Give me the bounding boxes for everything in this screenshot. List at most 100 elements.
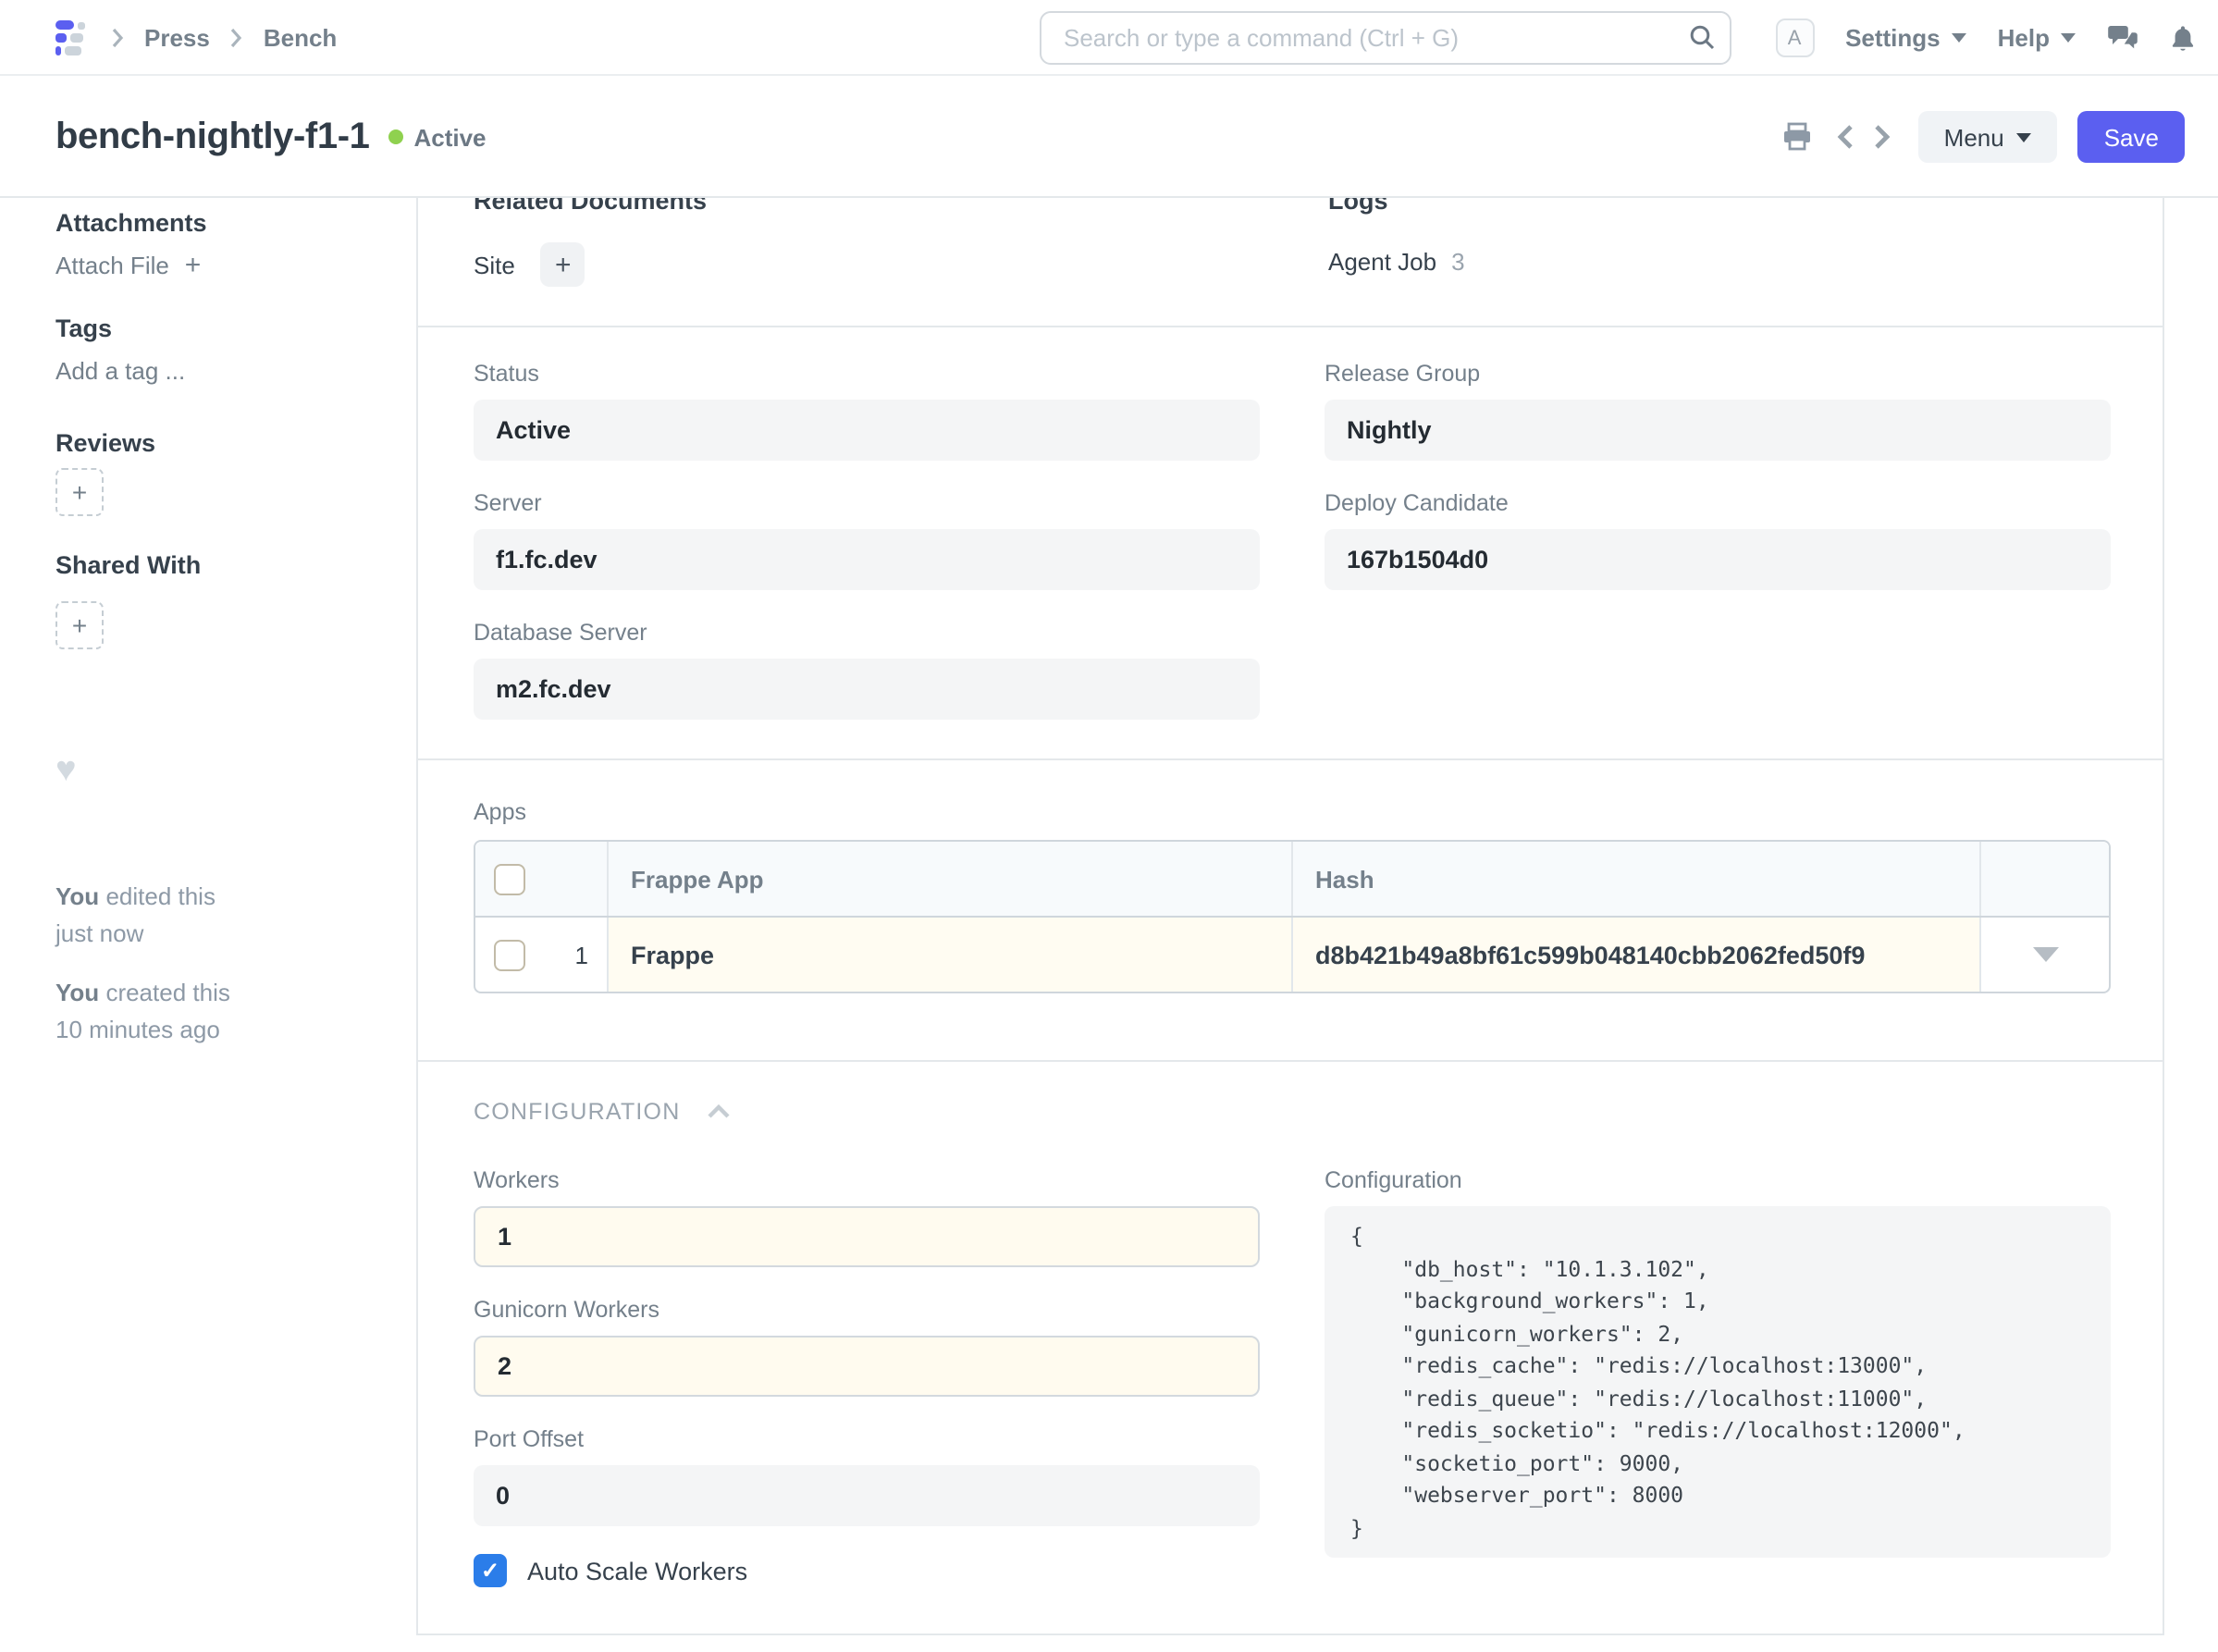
deploy-candidate-input[interactable]: 167b1504d0 — [1325, 529, 2111, 590]
server-label: Server — [474, 488, 1260, 518]
settings-menu[interactable]: Settings — [1845, 24, 1966, 52]
chevron-right-icon — [230, 28, 243, 48]
edited-info: You edited this just now — [55, 879, 216, 953]
section-configuration: CONFIGURATION Workers 1 Gunicorn Workers — [418, 1062, 2163, 1635]
column-header-frappe-app[interactable]: Frappe App — [609, 842, 1293, 916]
navbar-actions: A Settings Help — [1775, 0, 2196, 76]
chevron-right-icon — [111, 28, 124, 48]
section-related-documents: Related Documents Site + Logs Agent Job — [418, 198, 2163, 327]
reviews-title: Reviews — [55, 429, 155, 457]
add-review-button[interactable]: + — [55, 468, 104, 516]
app-window: Press Bench A Settings Help — [0, 0, 2218, 1652]
deploy-candidate-label: Deploy Candidate — [1325, 488, 2111, 518]
app-hash-cell[interactable]: d8b421b49a8bf61c599b048140cbb2062fed50f9 — [1293, 918, 1981, 992]
release-group-label: Release Group — [1325, 359, 2111, 388]
chat-icon[interactable] — [2107, 24, 2138, 52]
form-sidebar: Attachments Attach File + Tags Add a tag… — [0, 198, 416, 1652]
status-indicator: Active — [388, 123, 486, 151]
database-server-input[interactable]: m2.fc.dev — [474, 659, 1260, 720]
created-when: 10 minutes ago — [55, 1016, 220, 1043]
help-menu[interactable]: Help — [1998, 24, 2076, 52]
frappe-logo-icon[interactable] — [55, 20, 91, 55]
print-icon[interactable] — [1781, 122, 1813, 152]
edited-when: just now — [55, 919, 143, 947]
select-all-checkbox[interactable] — [494, 863, 525, 894]
navbar: Press Bench A Settings Help — [0, 0, 2218, 76]
field-server: Server f1.fc.dev — [474, 488, 1260, 590]
server-input[interactable]: f1.fc.dev — [474, 529, 1260, 590]
breadcrumb-press[interactable]: Press — [144, 24, 210, 52]
created-info: You created this 10 minutes ago — [55, 975, 230, 1049]
plus-icon: + — [72, 610, 87, 640]
field-auto-scale-workers: ✓ Auto Scale Workers — [474, 1554, 1260, 1587]
database-server-label: Database Server — [474, 618, 1260, 647]
notifications-bell-icon[interactable] — [2170, 23, 2196, 53]
edited-action: edited this — [105, 882, 216, 910]
prev-document-icon[interactable] — [1837, 124, 1854, 150]
configuration-section-toggle[interactable]: CONFIGURATION — [474, 1095, 2107, 1128]
field-workers: Workers 1 — [474, 1165, 1260, 1267]
workers-input[interactable]: 1 — [474, 1206, 1260, 1267]
row-checkbox[interactable] — [494, 939, 525, 970]
configuration-section-title: CONFIGURATION — [474, 1097, 680, 1127]
next-document-icon[interactable] — [1874, 124, 1891, 150]
created-action: created this — [105, 979, 229, 1006]
gunicorn-workers-input[interactable]: 2 — [474, 1336, 1260, 1397]
column-header-hash[interactable]: Hash — [1293, 842, 1981, 916]
avatar[interactable]: A — [1775, 18, 1814, 57]
agent-job-count: 3 — [1451, 248, 1464, 276]
app-name-cell[interactable]: Frappe — [609, 918, 1293, 992]
attachments-title: Attachments — [55, 209, 207, 237]
field-status: Status Active — [474, 359, 1260, 461]
menu-button[interactable]: Menu — [1918, 111, 2058, 163]
field-gunicorn-workers: Gunicorn Workers 2 — [474, 1295, 1260, 1397]
auto-scale-workers-label: Auto Scale Workers — [527, 1557, 747, 1584]
status-input[interactable]: Active — [474, 400, 1260, 461]
add-share-button[interactable]: + — [55, 601, 104, 649]
page-head: bench-nightly-f1-1 Active Menu Save — [0, 76, 2218, 198]
settings-label: Settings — [1845, 24, 1941, 52]
configuration-json-code[interactable]: { "db_host": "10.1.3.102", "background_w… — [1325, 1206, 2111, 1558]
agent-job-link[interactable]: Agent Job — [1328, 248, 1436, 276]
add-tag-input[interactable]: Add a tag ... — [55, 357, 185, 385]
avatar-letter: A — [1788, 27, 1802, 49]
edited-who: You — [55, 882, 99, 910]
attach-file-label: Attach File — [55, 252, 169, 279]
apps-table-header: Frappe App Hash — [475, 842, 2109, 918]
tags-title: Tags — [55, 314, 112, 342]
release-group-input[interactable]: Nightly — [1325, 400, 2111, 461]
port-offset-input[interactable]: 0 — [474, 1465, 1260, 1526]
save-button-label: Save — [2104, 123, 2159, 151]
section-apps: Apps Frappe App Hash 1 — [418, 760, 2163, 1062]
search-input[interactable] — [1040, 11, 1731, 65]
menu-button-label: Menu — [1944, 123, 2004, 151]
site-link[interactable]: Site — [474, 251, 515, 278]
search-icon — [1689, 24, 1715, 59]
attach-file-button[interactable]: Attach File + — [55, 250, 201, 283]
breadcrumb-bench[interactable]: Bench — [264, 24, 337, 52]
table-row: 1 Frappe d8b421b49a8bf61c599b048140cbb20… — [475, 918, 2109, 992]
gunicorn-workers-label: Gunicorn Workers — [474, 1295, 1260, 1325]
row-index: 1 — [575, 941, 588, 968]
configuration-json-label: Configuration — [1325, 1165, 2111, 1195]
chevron-down-icon — [1952, 33, 1966, 43]
status-indicator-label: Active — [413, 123, 486, 151]
field-deploy-candidate: Deploy Candidate 167b1504d0 — [1325, 488, 2111, 590]
save-button[interactable]: Save — [2078, 111, 2185, 163]
status-label: Status — [474, 359, 1260, 388]
help-label: Help — [1998, 24, 2050, 52]
check-icon: ✓ — [481, 1558, 499, 1584]
add-site-button[interactable]: + — [541, 242, 585, 287]
field-database-server: Database Server m2.fc.dev — [474, 618, 1260, 720]
like-heart-icon[interactable]: ♥ — [55, 753, 77, 788]
logs-title: Logs — [1328, 198, 1465, 216]
row-expand-icon[interactable] — [2032, 947, 2058, 962]
chevron-down-icon — [2017, 132, 2032, 142]
chevron-up-icon — [706, 1095, 730, 1128]
auto-scale-workers-checkbox[interactable]: ✓ — [474, 1554, 507, 1587]
apps-table: Frappe App Hash 1 Frappe d8b421b49a8bf61… — [474, 840, 2111, 993]
field-port-offset: Port Offset 0 — [474, 1424, 1260, 1526]
form-body: Related Documents Site + Logs Agent Job — [416, 198, 2164, 1635]
shared-with-title: Shared With — [55, 551, 201, 579]
port-offset-label: Port Offset — [474, 1424, 1260, 1454]
